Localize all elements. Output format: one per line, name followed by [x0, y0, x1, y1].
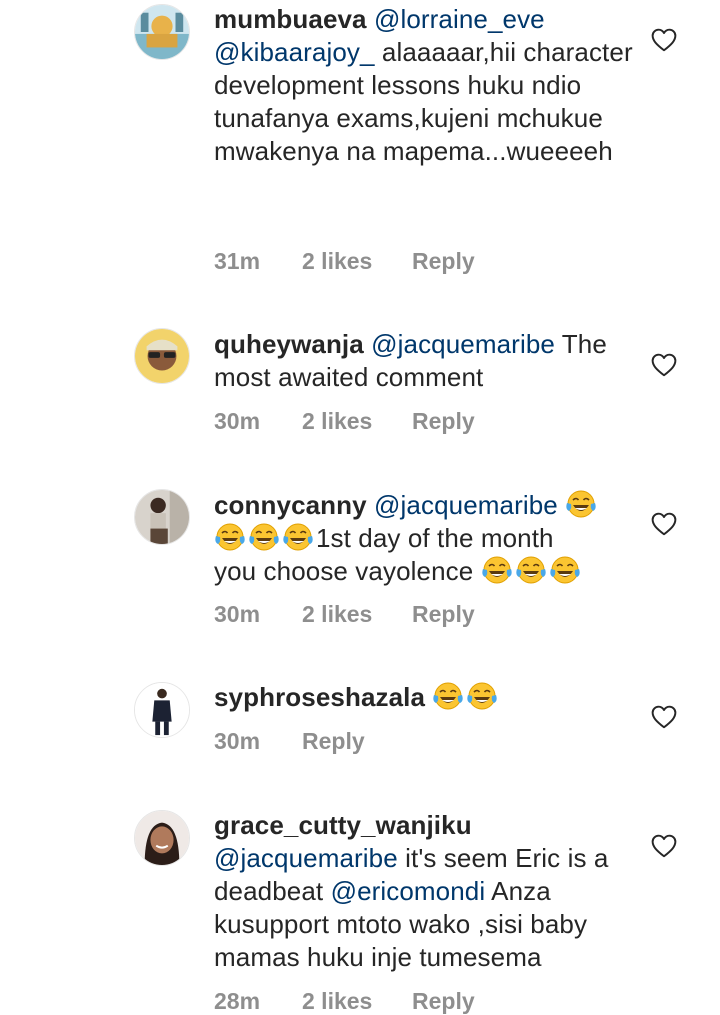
comment-likes-count[interactable]: 2 likes	[302, 248, 412, 275]
face-with-tears-of-joy-icon	[432, 681, 464, 711]
comment-meta: 30m Reply	[214, 728, 365, 755]
comment-timestamp: 31m	[214, 248, 261, 274]
comment-text: 1st day of the month	[316, 523, 554, 553]
avatar[interactable]	[134, 328, 190, 384]
heart-outline-icon[interactable]	[651, 512, 677, 536]
face-with-tears-of-joy-icon	[565, 489, 597, 519]
comment-body: quheywanja @jacquemaribe The most awaite…	[214, 328, 634, 394]
face-with-tears-of-joy-icon	[282, 522, 314, 552]
comment-username[interactable]: connycanny	[214, 490, 367, 520]
face-with-tears-of-joy-icon	[481, 555, 513, 585]
face-with-tears-of-joy-icon	[466, 681, 498, 711]
reply-button[interactable]: Reply	[412, 601, 475, 628]
comment-body: mumbuaeva @lorraine_eve @kibaarajoy_ ala…	[214, 3, 634, 168]
comment-timestamp: 28m	[214, 988, 261, 1014]
avatar[interactable]	[134, 489, 190, 545]
comment-body: syphroseshazala	[214, 681, 634, 714]
mention-link[interactable]: @lorraine_eve	[374, 4, 545, 34]
comment-timestamp: 30m	[214, 408, 261, 434]
comment-likes-count[interactable]: 2 likes	[302, 988, 412, 1015]
comment-body: grace_cutty_wanjiku @jacquemaribe it's s…	[214, 809, 634, 974]
heart-outline-icon[interactable]	[651, 28, 677, 52]
comment-meta: 31m 2 likes Reply	[214, 248, 475, 275]
reply-button[interactable]: Reply	[412, 248, 475, 275]
face-with-tears-of-joy-icon	[549, 555, 581, 585]
face-with-tears-of-joy-icon	[248, 522, 280, 552]
mention-link[interactable]: @ericomondi	[331, 876, 486, 906]
mention-link[interactable]: @jacquemaribe	[371, 329, 555, 359]
comment-likes-count[interactable]: 2 likes	[302, 408, 412, 435]
face-with-tears-of-joy-icon	[515, 555, 547, 585]
comment-timestamp: 30m	[214, 728, 261, 754]
mention-link[interactable]: @jacquemaribe	[374, 490, 558, 520]
face-with-tears-of-joy-icon	[214, 522, 246, 552]
comment-likes-count[interactable]: 2 likes	[302, 601, 412, 628]
comment-timestamp: 30m	[214, 601, 261, 627]
reply-button[interactable]: Reply	[302, 728, 365, 755]
mention-link[interactable]: @jacquemaribe	[214, 843, 398, 873]
heart-outline-icon[interactable]	[651, 705, 677, 729]
avatar[interactable]	[134, 682, 190, 738]
reply-button[interactable]: Reply	[412, 408, 475, 435]
comment-username[interactable]: mumbuaeva	[214, 4, 367, 34]
comment-username[interactable]: syphroseshazala	[214, 682, 425, 712]
comment-username[interactable]: quheywanja	[214, 329, 364, 359]
comment-meta: 30m 2 likes Reply	[214, 408, 475, 435]
avatar[interactable]	[134, 810, 190, 866]
reply-button[interactable]: Reply	[412, 988, 475, 1015]
comment-body: connycanny @jacquemaribe 1st day of the …	[214, 489, 634, 588]
mention-link[interactable]: @kibaarajoy_	[214, 37, 375, 67]
comment-meta: 30m 2 likes Reply	[214, 601, 475, 628]
comment-meta: 28m 2 likes Reply	[214, 988, 475, 1015]
comment-text: you choose vayolence	[214, 556, 481, 586]
avatar[interactable]	[134, 4, 190, 60]
comment-username[interactable]: grace_cutty_wanjiku	[214, 810, 472, 840]
heart-outline-icon[interactable]	[651, 834, 677, 858]
heart-outline-icon[interactable]	[651, 353, 677, 377]
